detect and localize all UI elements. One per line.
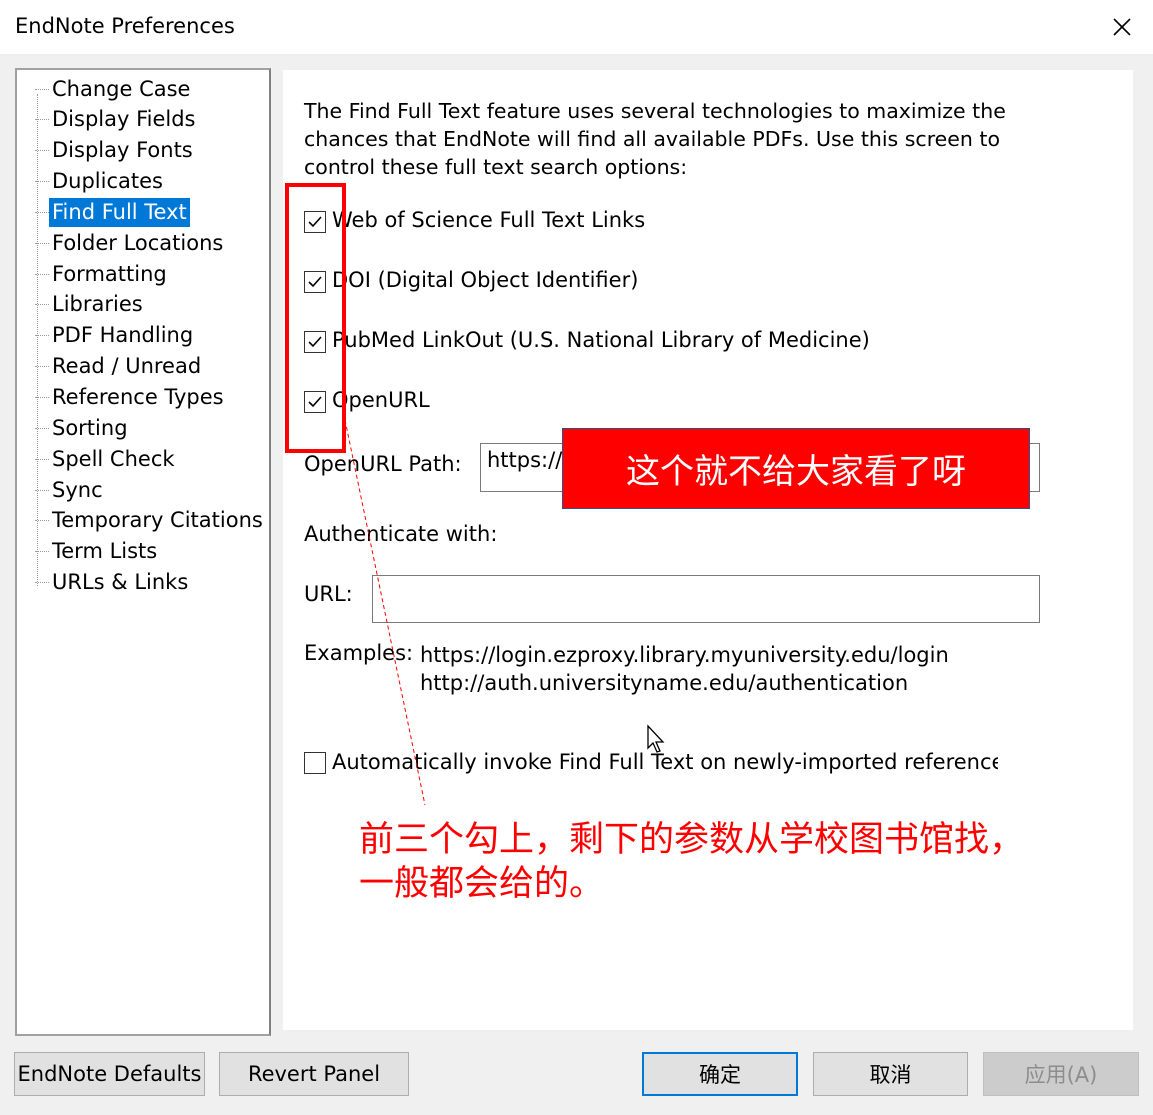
window-title: EndNote Preferences bbox=[15, 14, 235, 38]
tree-connector bbox=[35, 582, 49, 584]
tree-item-label: Display Fonts bbox=[52, 138, 193, 163]
tree-connector bbox=[35, 489, 49, 491]
annotation-note: 前三个勾上，剩下的参数从学校图书馆找， 一般都会给的。 bbox=[359, 818, 1139, 906]
tree-item-label: Sync bbox=[52, 477, 103, 502]
tree-item-label: Folder Locations bbox=[52, 230, 224, 255]
close-button[interactable] bbox=[1097, 4, 1147, 50]
openurl-path-label: OpenURL Path: bbox=[304, 452, 462, 476]
label-openurl[interactable]: OpenURL bbox=[332, 388, 430, 412]
tree-item[interactable]: PDF Handling bbox=[35, 321, 196, 351]
tree-connector bbox=[35, 273, 49, 275]
tree-item[interactable]: Read / Unread bbox=[35, 352, 204, 382]
endnote-defaults-button[interactable]: EndNote Defaults bbox=[14, 1052, 205, 1096]
tree-item[interactable]: Display Fields bbox=[35, 105, 199, 135]
tree-item-label: Duplicates bbox=[52, 169, 163, 194]
tree-item-label: Display Fields bbox=[52, 107, 196, 132]
label-doi[interactable]: DOI (Digital Object Identifier) bbox=[332, 268, 638, 292]
annotation-line: 一般都会给的。 bbox=[359, 864, 605, 904]
title-bar: EndNote Preferences bbox=[0, 0, 1153, 54]
tree-item[interactable]: URLs & Links bbox=[35, 568, 191, 598]
tree-connector bbox=[35, 242, 49, 244]
tree-item[interactable]: Temporary Citations bbox=[35, 506, 266, 536]
example-url: https://login.ezproxy.library.myuniversi… bbox=[420, 643, 949, 667]
tree-connector bbox=[35, 458, 49, 460]
tree-item[interactable]: Find Full Text bbox=[35, 197, 190, 227]
redaction-banner: 这个就不给大家看了呀 bbox=[562, 428, 1030, 509]
tree-item[interactable]: Change Case bbox=[35, 74, 193, 104]
tree-item-label: PDF Handling bbox=[52, 323, 194, 348]
tree-connector bbox=[35, 397, 49, 398]
annotation-line: 前三个勾上，剩下的参数从学校图书馆找， bbox=[359, 820, 1025, 860]
tree-connector bbox=[35, 150, 49, 152]
tree-item[interactable]: Spell Check bbox=[35, 444, 178, 474]
checkbox-highlight-box bbox=[285, 183, 346, 453]
examples-list: https://login.ezproxy.library.myuniversi… bbox=[420, 641, 949, 697]
ok-button[interactable]: 确定 bbox=[642, 1052, 798, 1096]
tree-item-label: Sorting bbox=[52, 415, 128, 440]
tree-connector bbox=[35, 366, 49, 368]
intro-text: The Find Full Text feature uses several … bbox=[304, 99, 1006, 179]
tree-connector bbox=[35, 119, 49, 121]
tree-connector bbox=[35, 181, 49, 183]
tree-connector bbox=[35, 304, 49, 306]
tree-item-label: Temporary Citations bbox=[52, 508, 263, 533]
tree-item-label: Reference Types bbox=[52, 385, 224, 409]
label-pubmed-linkout[interactable]: PubMed LinkOut (U.S. National Library of… bbox=[332, 328, 870, 352]
tree-connector bbox=[35, 335, 49, 337]
tree-connector bbox=[35, 520, 49, 522]
tree-connector bbox=[35, 88, 49, 90]
mouse-cursor-icon bbox=[647, 724, 665, 753]
example-url: http://auth.universityname.edu/authentic… bbox=[420, 671, 909, 695]
tree-item[interactable]: Display Fonts bbox=[35, 136, 196, 166]
revert-panel-button[interactable]: Revert Panel bbox=[219, 1052, 409, 1096]
url-input[interactable] bbox=[372, 575, 1040, 623]
tree-item-label: Libraries bbox=[52, 292, 143, 317]
tree-item-label: URLs & Links bbox=[52, 570, 189, 595]
tree-item[interactable]: Duplicates bbox=[35, 167, 166, 197]
tree-item[interactable]: Formatting bbox=[35, 259, 170, 289]
url-label: URL: bbox=[304, 582, 353, 606]
tree-item[interactable]: Term Lists bbox=[35, 537, 160, 567]
tree-item-label: Change Case bbox=[52, 76, 191, 101]
tree-item-label: Find Full Text bbox=[49, 197, 190, 227]
tree-item[interactable]: Sorting bbox=[35, 413, 131, 443]
apply-button[interactable]: 应用(A) bbox=[983, 1052, 1139, 1096]
authenticate-label: Authenticate with: bbox=[304, 522, 498, 546]
tree-item-label: Term Lists bbox=[52, 539, 158, 564]
examples-label: Examples: bbox=[304, 641, 414, 665]
tree-item[interactable]: Libraries bbox=[35, 290, 146, 320]
cancel-button[interactable]: 取消 bbox=[813, 1052, 968, 1096]
checkbox-auto-invoke[interactable] bbox=[304, 752, 326, 774]
tree-connector bbox=[35, 427, 49, 429]
tree-item[interactable]: Reference Types bbox=[35, 383, 227, 413]
tree-connector bbox=[35, 211, 49, 213]
tree-connector bbox=[35, 551, 49, 553]
tree-item-label: Spell Check bbox=[52, 446, 175, 471]
tree-item-label: Read / Unread bbox=[52, 354, 202, 379]
tree-item[interactable]: Sync bbox=[35, 475, 106, 505]
tree-item-label: Formatting bbox=[52, 261, 167, 286]
tree-item[interactable]: Folder Locations bbox=[35, 228, 226, 258]
close-icon bbox=[1113, 18, 1131, 36]
label-web-of-science[interactable]: Web of Science Full Text Links bbox=[332, 208, 645, 232]
